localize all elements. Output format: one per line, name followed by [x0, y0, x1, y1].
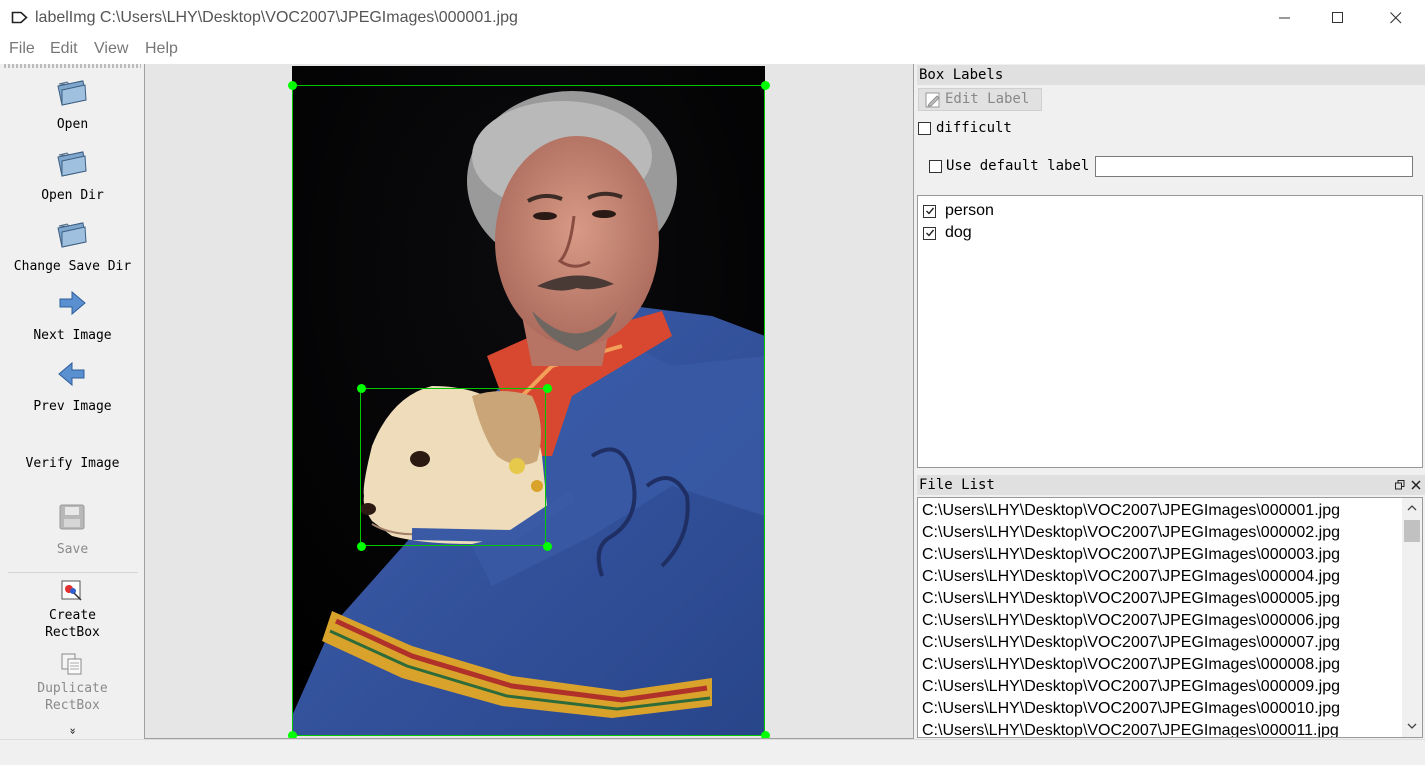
float-dock-icon[interactable]	[1395, 480, 1405, 490]
open-button[interactable]: Open	[2, 76, 143, 134]
toolbar-separator	[8, 572, 138, 573]
minimize-icon	[1279, 17, 1290, 19]
tool-bar: Open Open Dir Change Save Dir Next Image…	[2, 64, 143, 738]
edit-label-text: Edit Label	[945, 91, 1030, 107]
edit-label-button[interactable]: Edit Label	[918, 88, 1042, 111]
folder-open-icon	[57, 151, 87, 177]
create-rectbox-label-line2: RectBox	[45, 625, 100, 640]
create-rectbox-button[interactable]: Create RectBox	[2, 579, 143, 640]
change-save-dir-label: Change Save Dir	[13, 259, 132, 274]
duplicate-rectbox-label-line2: RectBox	[45, 698, 100, 713]
next-image-button[interactable]: Next Image	[2, 288, 143, 346]
status-bar	[0, 739, 1425, 765]
title-bar: labelImg C:\Users\LHY\Desktop\VOC2007\JP…	[0, 0, 1425, 36]
verify-image-button[interactable]: Verify Image	[2, 454, 143, 476]
toolbar-extension-button[interactable]: »	[2, 724, 143, 738]
file-list-item[interactable]: C:\Users\LHY\Desktop\VOC2007\JPEGImages\…	[922, 612, 1340, 630]
image-canvas[interactable]	[144, 64, 914, 739]
minimize-button[interactable]	[1257, 0, 1313, 36]
save-button[interactable]: Save	[2, 501, 143, 559]
open-dir-label: Open Dir	[41, 188, 104, 203]
bbox-handle[interactable]	[357, 384, 366, 393]
menu-view[interactable]: View	[94, 40, 128, 58]
menu-edit[interactable]: Edit	[50, 40, 78, 58]
create-rectbox-label-line1: Create	[49, 608, 96, 623]
checkmark-icon	[926, 207, 935, 215]
default-label-input[interactable]	[1095, 156, 1413, 177]
close-button[interactable]	[1368, 0, 1424, 36]
dog-bounding-box[interactable]	[360, 388, 546, 546]
label-text: person	[945, 202, 994, 219]
file-list-item[interactable]: C:\Users\LHY\Desktop\VOC2007\JPEGImages\…	[922, 722, 1339, 737]
create-rectbox-icon	[61, 580, 82, 601]
use-default-label-checkbox[interactable]	[929, 160, 942, 173]
label-visibility-checkbox[interactable]	[923, 227, 936, 240]
bbox-handle[interactable]	[543, 384, 552, 393]
chevron-double-down-icon: »	[66, 727, 80, 735]
next-image-label: Next Image	[33, 328, 112, 343]
label-item-dog[interactable]: dog	[922, 221, 1402, 243]
file-list[interactable]: C:\Users\LHY\Desktop\VOC2007\JPEGImages\…	[917, 497, 1423, 738]
file-list-scrollbar[interactable]	[1402, 498, 1422, 737]
use-default-label-label: Use default label	[946, 158, 1090, 174]
menu-file[interactable]: File	[9, 40, 35, 58]
file-list-item[interactable]: C:\Users\LHY\Desktop\VOC2007\JPEGImages\…	[922, 700, 1340, 718]
file-list-item[interactable]: C:\Users\LHY\Desktop\VOC2007\JPEGImages\…	[922, 656, 1340, 674]
toolbar-grip[interactable]	[4, 64, 141, 68]
file-list-title: File List	[919, 477, 995, 493]
label-list[interactable]: person dog	[917, 195, 1423, 468]
file-list-item[interactable]: C:\Users\LHY\Desktop\VOC2007\JPEGImages\…	[922, 568, 1340, 586]
folder-open-icon	[57, 80, 87, 106]
label-item-person[interactable]: person	[922, 199, 1402, 221]
maximize-button[interactable]	[1310, 0, 1366, 36]
save-label: Save	[56, 542, 89, 557]
file-list-item[interactable]: C:\Users\LHY\Desktop\VOC2007\JPEGImages\…	[922, 524, 1340, 542]
file-list-item[interactable]: C:\Users\LHY\Desktop\VOC2007\JPEGImages\…	[922, 546, 1340, 564]
prev-image-button[interactable]: Prev Image	[2, 359, 143, 417]
scrollbar-thumb[interactable]	[1404, 520, 1420, 542]
bbox-handle[interactable]	[357, 542, 366, 551]
folder-open-icon	[57, 222, 87, 248]
verify-image-label: Verify Image	[25, 456, 120, 471]
label-text: dog	[945, 224, 972, 241]
bbox-handle[interactable]	[761, 731, 770, 738]
duplicate-rectbox-button[interactable]: Duplicate RectBox	[2, 652, 143, 713]
prev-image-label: Prev Image	[33, 399, 112, 414]
checkmark-icon	[926, 229, 935, 237]
bbox-handle[interactable]	[543, 542, 552, 551]
open-label: Open	[56, 117, 89, 132]
app-icon	[11, 11, 28, 24]
file-list-item[interactable]: C:\Users\LHY\Desktop\VOC2007\JPEGImages\…	[922, 634, 1340, 652]
difficult-label: difficult	[936, 120, 1012, 136]
difficult-checkbox[interactable]	[918, 122, 931, 135]
close-dock-icon[interactable]	[1411, 480, 1421, 490]
close-icon	[1390, 12, 1402, 24]
arrow-right-icon	[59, 290, 86, 316]
scroll-up-icon[interactable]	[1407, 504, 1417, 512]
bbox-handle[interactable]	[761, 81, 770, 90]
scroll-down-icon[interactable]	[1407, 722, 1417, 730]
annotated-photo	[292, 66, 765, 736]
file-list-item[interactable]: C:\Users\LHY\Desktop\VOC2007\JPEGImages\…	[922, 678, 1340, 696]
duplicate-icon	[61, 653, 82, 675]
box-labels-dock-title: Box Labels	[917, 65, 1425, 85]
arrow-left-icon	[58, 361, 85, 387]
menu-help[interactable]: Help	[145, 40, 178, 58]
window-title: labelImg C:\Users\LHY\Desktop\VOC2007\JP…	[35, 9, 518, 26]
file-list-dock-title: File List	[917, 475, 1425, 495]
bbox-handle[interactable]	[288, 81, 297, 90]
menu-bar: File Edit View Help	[0, 36, 1425, 64]
label-visibility-checkbox[interactable]	[923, 205, 936, 218]
change-save-dir-button[interactable]: Change Save Dir	[2, 218, 143, 276]
open-dir-button[interactable]: Open Dir	[2, 147, 143, 205]
maximize-icon	[1332, 12, 1343, 23]
bbox-handle[interactable]	[288, 731, 297, 738]
save-disk-icon	[59, 504, 85, 530]
duplicate-rectbox-label-line1: Duplicate	[37, 681, 108, 696]
file-list-item[interactable]: C:\Users\LHY\Desktop\VOC2007\JPEGImages\…	[922, 590, 1340, 608]
file-list-item[interactable]: C:\Users\LHY\Desktop\VOC2007\JPEGImages\…	[922, 502, 1340, 520]
edit-icon	[925, 92, 940, 108]
